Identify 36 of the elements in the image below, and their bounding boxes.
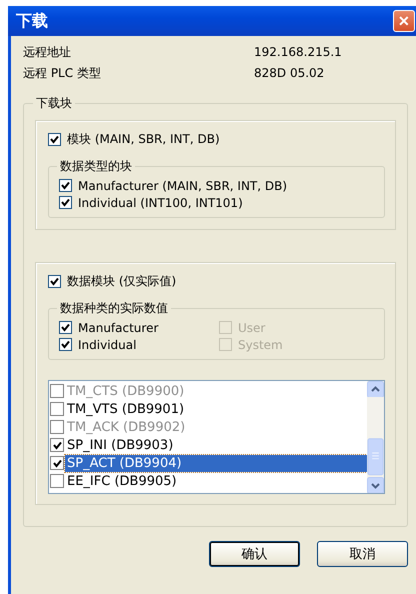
checkbox-label: User	[238, 320, 266, 334]
checkbox[interactable]	[50, 456, 64, 470]
checkbox-label: Individual (INT100, INT101)	[78, 196, 243, 210]
group-title: 下载块	[35, 95, 73, 112]
group-title: 数据类型的块	[59, 158, 133, 175]
checkbox[interactable]	[59, 179, 72, 192]
scrollbar[interactable]	[367, 381, 384, 493]
checkbox-label: Manufacturer (MAIN, SBR, INT, DB)	[78, 178, 288, 192]
grip-icon	[372, 452, 380, 460]
checkbox-label: 数据模块 (仅实际值)	[67, 273, 176, 290]
scroll-down-icon[interactable]	[367, 476, 384, 494]
checkbox-label: System	[238, 338, 283, 352]
dialog-button[interactable]: 取消	[317, 541, 408, 567]
list-item[interactable]: SP_INI (DB9903)	[65, 436, 367, 454]
list-item[interactable]: TM_VTS (DB9901)	[65, 400, 367, 418]
list-item[interactable]: EE_IFC (DB9905)	[65, 472, 367, 490]
checkbox[interactable]	[59, 338, 72, 351]
checkbox-label: Individual	[78, 338, 136, 352]
checkbox-label: Manufacturer	[78, 320, 158, 334]
list-item[interactable]: SP_ACT (DB9904)	[65, 454, 367, 472]
checkbox[interactable]	[48, 133, 61, 146]
info-label: 远程 PLC 类型	[23, 65, 102, 81]
checkbox[interactable]	[48, 275, 61, 288]
info-value: 192.168.215.1	[254, 44, 343, 60]
checkbox[interactable]	[59, 321, 72, 334]
checkbox[interactable]	[50, 402, 64, 416]
scroll-up-icon[interactable]	[367, 381, 384, 398]
checkbox[interactable]	[59, 196, 72, 209]
group-title: 数据种类的实际数值	[59, 300, 169, 317]
info-value: 828D 05.02	[254, 65, 326, 81]
checkbox[interactable]	[50, 474, 64, 488]
info-label: 远程地址	[23, 44, 72, 60]
dialog-button[interactable]: 确认	[209, 541, 300, 567]
window-title: 下载	[16, 10, 48, 32]
checkbox[interactable]	[50, 438, 64, 452]
checkbox-label: 模块 (MAIN, SBR, INT, DB)	[67, 131, 220, 148]
